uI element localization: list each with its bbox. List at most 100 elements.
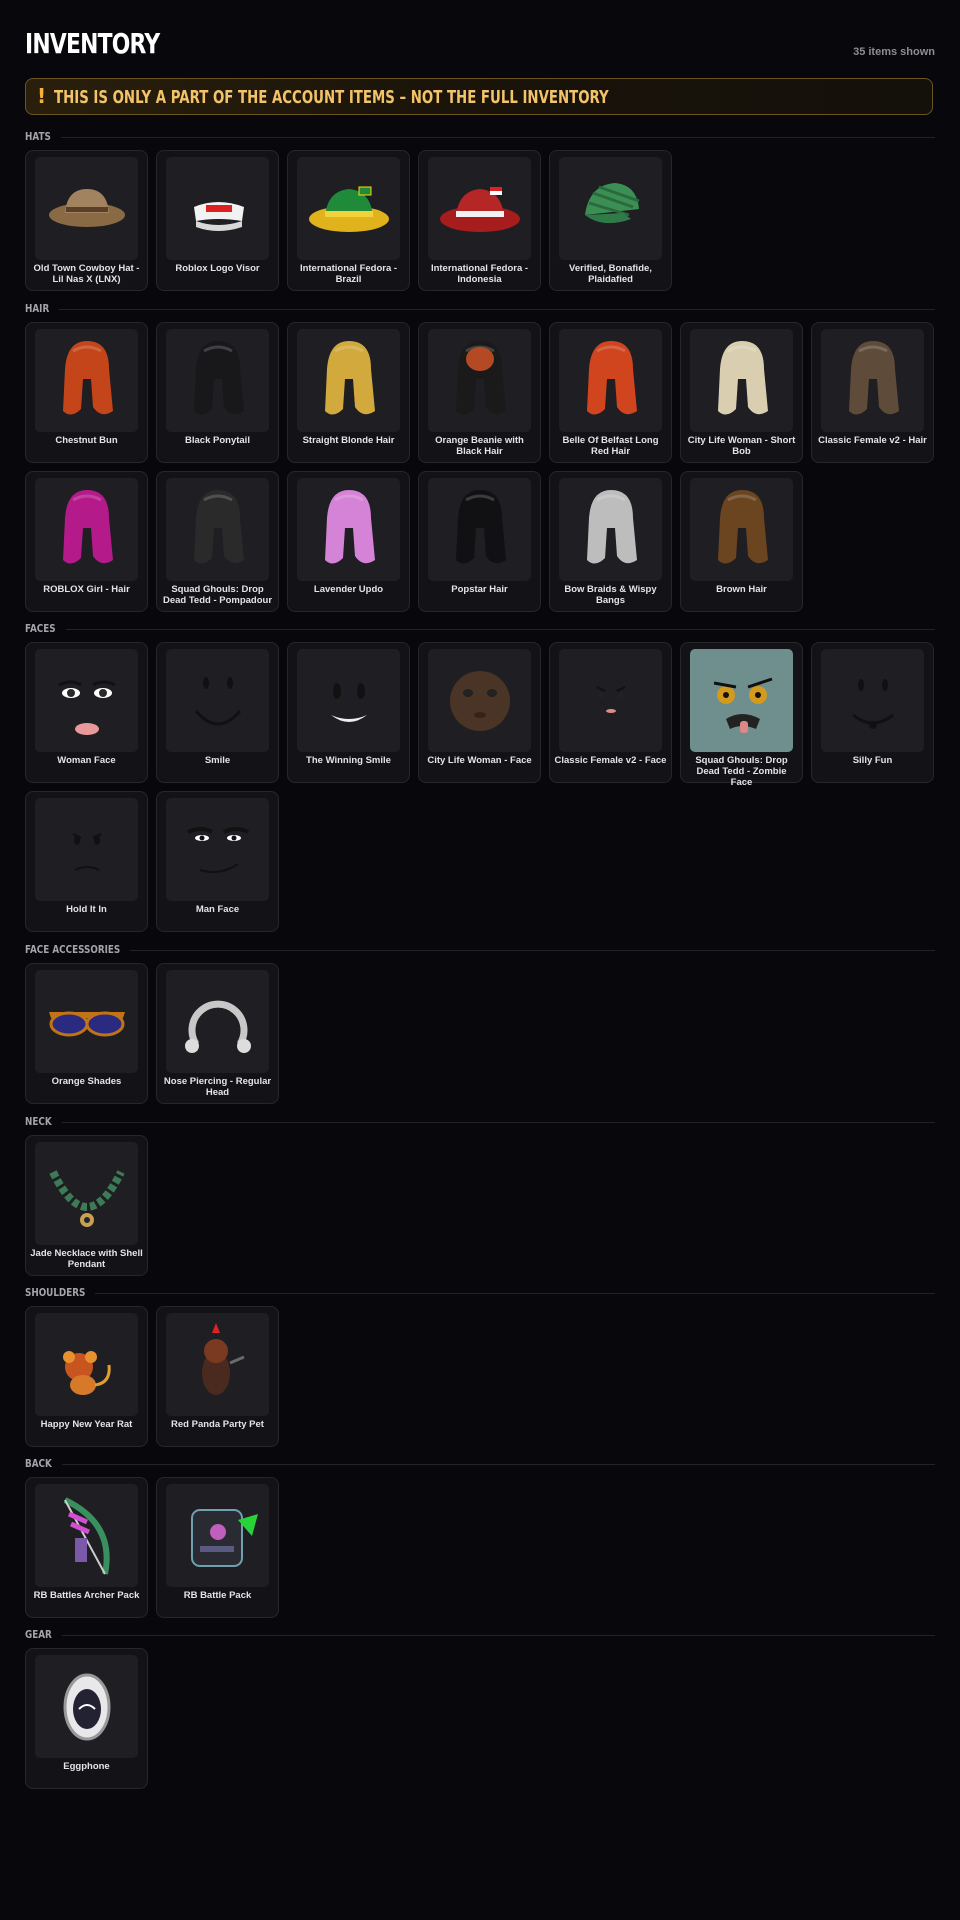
- item-name: Old Town Cowboy Hat - Lil Nas X (LNX): [33, 263, 140, 285]
- item-name: Orange Beanie with Black Hair: [435, 435, 524, 457]
- item-thumbnail: [166, 478, 269, 581]
- item-card[interactable]: Smile: [156, 642, 279, 783]
- item-card[interactable]: Straight Blonde Hair: [287, 322, 410, 463]
- item-thumbnail: [428, 157, 531, 260]
- item-card[interactable]: Verified, Bonafide, Plaidafied: [549, 150, 672, 291]
- item-card[interactable]: ROBLOX Girl - Hair: [25, 471, 148, 612]
- item-thumbnail: [35, 649, 138, 752]
- item-name: Squad Ghouls: Drop Dead Tedd - Pompadour: [162, 584, 273, 606]
- item-card[interactable]: Squad Ghouls: Drop Dead Tedd - Zombie Fa…: [680, 642, 803, 788]
- section-label-face-accessories: FACE ACCESSORIES: [25, 943, 121, 956]
- item-name: Chestnut Bun: [55, 435, 118, 446]
- item-card[interactable]: Man Face: [156, 791, 279, 932]
- item-card[interactable]: Happy New Year Rat: [25, 1306, 148, 1447]
- item-card[interactable]: Orange Beanie with Black Hair: [418, 322, 541, 463]
- section-divider: [61, 1464, 935, 1465]
- item-name: International Fedora - Indonesia: [430, 263, 529, 285]
- item-card[interactable]: Silly Fun: [811, 642, 934, 783]
- item-card[interactable]: Belle Of Belfast Long Red Hair: [549, 322, 672, 463]
- face-icon: [166, 798, 269, 901]
- section-label-gear: GEAR: [25, 1628, 52, 1641]
- item-card[interactable]: City Life Woman - Short Bob: [680, 322, 803, 463]
- item-thumbnail: [821, 649, 924, 752]
- section-label-shoulders: SHOULDERS: [25, 1286, 86, 1299]
- hair-icon: [559, 478, 662, 581]
- item-card[interactable]: Orange Shades: [25, 963, 148, 1104]
- item-card[interactable]: Brown Hair: [680, 471, 803, 612]
- section-label-hair: HAIR: [25, 302, 50, 315]
- section-label-faces: FACES: [25, 622, 56, 635]
- item-name: RB Battles Archer Pack: [33, 1590, 140, 1601]
- item-thumbnail: [35, 478, 138, 581]
- item-card[interactable]: International Fedora - Indonesia: [418, 150, 541, 291]
- item-name: Lavender Updo: [313, 584, 384, 595]
- section-divider: [60, 137, 935, 138]
- item-card[interactable]: Classic Female v2 - Hair: [811, 322, 934, 463]
- section-divider: [95, 1293, 935, 1294]
- item-name: Nose Piercing - Regular Head: [163, 1076, 272, 1098]
- item-name: Eggphone: [63, 1761, 110, 1772]
- item-name: Brown Hair: [716, 584, 767, 595]
- item-card[interactable]: Squad Ghouls: Drop Dead Tedd - Pompadour: [156, 471, 279, 612]
- face-icon: [428, 649, 531, 752]
- item-card[interactable]: Black Ponytail: [156, 322, 279, 463]
- page-title: INVENTORY: [25, 27, 160, 60]
- red-panda-pet-icon: [166, 1313, 269, 1416]
- item-name: Classic Female v2 - Hair: [818, 435, 927, 446]
- item-thumbnail: [35, 1484, 138, 1587]
- item-thumbnail: [297, 157, 400, 260]
- item-name: ROBLOX Girl - Hair: [43, 584, 130, 595]
- warning-text: THIS IS ONLY A PART OF THE ACCOUNT ITEMS…: [54, 87, 609, 108]
- item-card[interactable]: Hold It In: [25, 791, 148, 932]
- section-label-back: BACK: [25, 1457, 52, 1470]
- item-card[interactable]: Jade Necklace with Shell Pendant: [25, 1135, 148, 1276]
- hair-icon: [690, 329, 793, 432]
- item-name: Orange Shades: [51, 1076, 122, 1087]
- item-card[interactable]: Nose Piercing - Regular Head: [156, 963, 279, 1104]
- item-card[interactable]: City Life Woman - Face: [418, 642, 541, 783]
- item-name: Man Face: [195, 904, 240, 915]
- item-card[interactable]: Popstar Hair: [418, 471, 541, 612]
- item-thumbnail: [35, 798, 138, 901]
- item-name: Popstar Hair: [451, 584, 508, 595]
- item-card[interactable]: Eggphone: [25, 1648, 148, 1789]
- section-label-hats: HATS: [25, 130, 51, 143]
- face-icon: [297, 649, 400, 752]
- item-card[interactable]: Roblox Logo Visor: [156, 150, 279, 291]
- header: INVENTORY 35 items shown: [25, 0, 935, 78]
- item-thumbnail: [35, 329, 138, 432]
- section-divider: [130, 950, 935, 951]
- hair-icon: [559, 329, 662, 432]
- item-name: Woman Face: [57, 755, 116, 766]
- item-name: City Life Woman - Face: [427, 755, 532, 766]
- item-card[interactable]: Bow Braids & Wispy Bangs: [549, 471, 672, 612]
- hair-icon: [821, 329, 924, 432]
- item-card[interactable]: The Winning Smile: [287, 642, 410, 783]
- item-card[interactable]: Lavender Updo: [287, 471, 410, 612]
- item-card[interactable]: Classic Female v2 - Face: [549, 642, 672, 783]
- bow-pack-icon: [35, 1484, 138, 1587]
- item-card[interactable]: International Fedora - Brazil: [287, 150, 410, 291]
- item-name: Belle Of Belfast Long Red Hair: [562, 435, 659, 457]
- piercing-icon: [166, 970, 269, 1073]
- item-name: The Winning Smile: [306, 755, 391, 766]
- item-card[interactable]: RB Battle Pack: [156, 1477, 279, 1618]
- item-card[interactable]: Red Panda Party Pet: [156, 1306, 279, 1447]
- items-count: 35 items shown: [853, 46, 935, 58]
- item-card[interactable]: Old Town Cowboy Hat - Lil Nas X (LNX): [25, 150, 148, 291]
- item-thumbnail: [821, 329, 924, 432]
- item-name: Straight Blonde Hair: [302, 435, 395, 446]
- face-icon: [166, 649, 269, 752]
- hair-icon: [297, 329, 400, 432]
- section-label-neck: NECK: [25, 1115, 52, 1128]
- face-icon: [35, 649, 138, 752]
- item-card[interactable]: Woman Face: [25, 642, 148, 783]
- warning-banner: ! THIS IS ONLY A PART OF THE ACCOUNT ITE…: [25, 78, 933, 115]
- item-card[interactable]: Chestnut Bun: [25, 322, 148, 463]
- battle-pack-icon: [166, 1484, 269, 1587]
- section-divider: [65, 629, 935, 630]
- item-name: Silly Fun: [852, 755, 893, 766]
- hair-icon: [35, 478, 138, 581]
- cowboy-hat-icon: [35, 157, 138, 260]
- item-card[interactable]: RB Battles Archer Pack: [25, 1477, 148, 1618]
